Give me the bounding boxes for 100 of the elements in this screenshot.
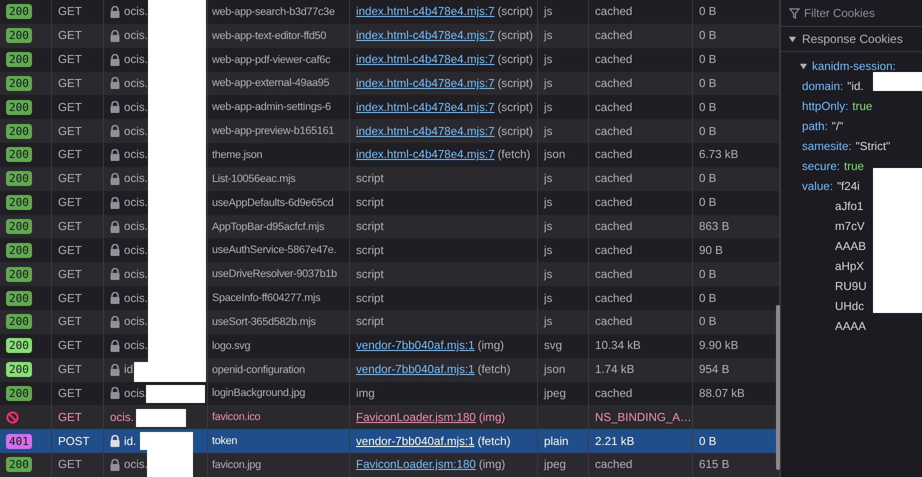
size-text: 0 B [699,76,716,90]
status-badge: 200 [6,171,32,186]
transferred-text: cached [595,244,632,257]
scrollbar-thumb[interactable] [776,305,780,470]
initiator-link[interactable]: FaviconLoader.jsm:180 [356,458,476,472]
size-text: 9.90 kB [699,339,738,352]
initiator-link[interactable]: index.html-c4b478e4.mjs:7 [356,29,495,42]
initiator-link[interactable]: index.html-c4b478e4.mjs:7 [356,124,495,138]
initiator-text: (img) [478,339,504,352]
domain-text: ocis. [124,292,148,305]
section-title[interactable]: Response Cookies [802,32,903,46]
size-text: 0 B [699,172,716,186]
disclosure-triangle-icon[interactable] [799,62,808,70]
status-badge: 200 [6,195,32,210]
status-badge: 200 [6,124,32,139]
initiator-link[interactable]: index.html-c4b478e4.mjs:7 [356,148,495,162]
request-row[interactable]: 200 GET ocis. useAuthService-5867e47e. script js cached 90 B [0,238,780,262]
transferred-text: NS_BINDING_A… [595,410,692,424]
domain-text: ocis. [124,196,148,210]
type-text: js [544,196,552,210]
property-value: AAAB [835,240,866,252]
initiator-text: (script) [498,76,533,90]
request-row[interactable]: 200 GET ocis. theme.json index.html-c4b478e4.mjs:7 (fetch) json cached 6.73 kB [0,143,780,167]
file-name: theme.json [212,148,262,161]
initiator-link[interactable]: index.html-c4b478e4.mjs:7 [356,5,495,18]
initiator-text: script [356,292,384,305]
file-name: web-app-preview-b165161 [212,125,334,138]
domain-text: ocis. [124,5,148,18]
filter-field[interactable]: Filter Cookies [804,6,914,20]
size-text: 88.07 kB [699,386,745,400]
initiator-link[interactable]: index.html-c4b478e4.mjs:7 [356,100,495,114]
disclosure-triangle-icon[interactable] [788,34,797,44]
transferred-text: cached [595,29,632,42]
cookie-name[interactable]: kanidm-session: [812,60,896,72]
type-text: js [544,100,552,114]
size-text: 863 B [699,220,730,234]
type-text: jpeg [544,386,566,400]
initiator-text: (fetch) [478,363,510,376]
property-value: "id. [847,80,864,92]
type-text: js [544,124,552,138]
request-row[interactable]: 200 GET ocis. useDriveResolver-9037b1b script js cached 0 B [0,262,780,286]
method-text: GET [58,363,82,376]
file-name: useSort-365d582b.mjs [212,316,316,328]
request-row[interactable]: 200 GET ocis. web-app-search-b3d77c3e index.html-c4b478e4.mjs:7 (script) js cached 0 B [0,0,780,24]
domain-text: id. [124,434,136,448]
initiator-link[interactable]: vendor-7bb040af.mjs:1 [356,434,475,448]
file-name: token [212,435,238,448]
type-text: js [544,53,552,66]
file-name: web-app-pdf-viewer-caf6c [212,54,330,66]
transferred-text: cached [595,100,632,114]
method-text: GET [58,339,82,352]
request-row[interactable]: 200 GET ocis. SpaceInfo-ff604277.mjs script js cached 0 B [0,286,780,310]
property-value: true [844,160,864,172]
file-name: useDriveResolver-9037b1b [212,268,337,280]
domain-text: ocis. [124,386,148,400]
status-badge: 401 [6,434,32,449]
transferred-text: 2.21 kB [595,434,634,448]
size-text: 0 B [699,124,716,138]
initiator-text: script [356,268,384,281]
method-text: GET [58,410,82,424]
status-badge: 200 [6,314,32,330]
initiator-link[interactable]: index.html-c4b478e4.mjs:7 [356,53,495,66]
file-name: web-app-external-49aa95 [212,77,330,90]
status-badge: 200 [6,4,32,20]
filter-icon [789,8,800,18]
type-text: js [544,244,552,257]
request-row[interactable]: 200 GET ocis. favicon.jpg FaviconLoader.jsm:180 (img) jpeg cached 615 B [0,453,780,477]
domain-text: ocis. [124,458,148,472]
size-text: 0 B [699,315,716,328]
file-name: openid-configuration [212,364,305,376]
status-badge: 200 [6,290,32,306]
status-badge: 200 [6,266,32,282]
transferred-text: cached [595,458,632,472]
type-text: js [544,76,552,90]
type-text: js [544,172,552,186]
file-name: loginBackground.jpg [212,387,306,400]
size-text: 0 B [699,100,716,114]
method-text: GET [58,172,82,186]
type-text: jpeg [544,458,566,472]
method-text: GET [58,76,82,90]
method-text: GET [58,244,82,257]
initiator-text: (script) [498,29,533,42]
method-text: GET [58,5,82,18]
method-text: GET [58,292,82,305]
initiator-link[interactable]: FaviconLoader.jsm:180 [356,410,476,424]
status-badge: 200 [6,28,32,44]
size-text: 954 B [699,363,730,376]
initiator-link[interactable]: vendor-7bb040af.mjs:1 [356,363,475,376]
request-row[interactable]: 200 GET ocis. web-app-admin-settings-6 index.html-c4b478e4.mjs:7 (script) js cached 0 B [0,95,780,120]
transferred-text: 1.74 kB [595,363,634,376]
size-text: 0 B [699,53,716,66]
property-value: "Strict" [856,140,890,152]
file-name: logo.svg [212,340,250,352]
request-row[interactable]: 200 GET ocis. web-app-preview-b165161 index.html-c4b478e4.mjs:7 (script) js cached 0 B [0,119,780,144]
initiator-link[interactable]: vendor-7bb040af.mjs:1 [356,339,475,352]
file-name: List-10056eac.mjs [212,172,296,185]
initiator-text: (fetch) [498,148,530,162]
initiator-link[interactable]: index.html-c4b478e4.mjs:7 [356,76,495,90]
initiator-text: (script) [498,53,533,66]
size-text: 0 B [699,5,716,18]
